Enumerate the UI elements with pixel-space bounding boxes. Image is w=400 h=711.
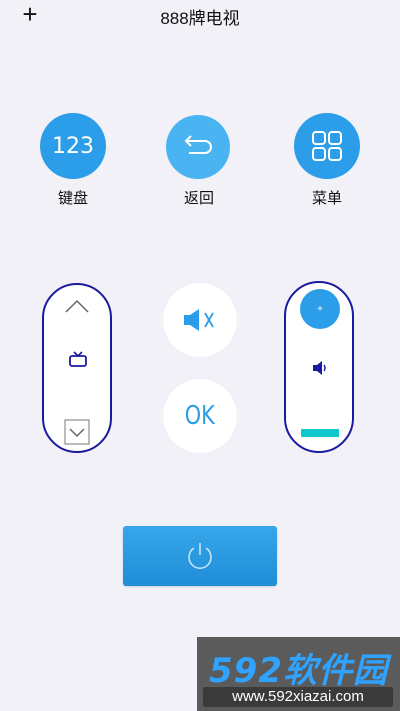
watermark: 592软件园 www.592xiazai.com bbox=[197, 637, 400, 711]
channel-control bbox=[42, 283, 112, 453]
power-icon bbox=[188, 543, 212, 569]
keyboard-label: 键盘 bbox=[57, 190, 88, 207]
keyboard-button[interactable]: 123 bbox=[40, 113, 106, 179]
number-keypad-icon: 123 bbox=[52, 133, 94, 159]
power-button[interactable] bbox=[123, 526, 277, 586]
ok-button[interactable]: OK bbox=[163, 379, 237, 453]
volume-down-button[interactable] bbox=[301, 429, 339, 437]
menu-grid-icon bbox=[312, 131, 342, 161]
back-button[interactable] bbox=[166, 115, 230, 179]
channel-up-button[interactable] bbox=[64, 297, 90, 317]
mute-button[interactable] bbox=[163, 283, 237, 357]
tv-icon bbox=[69, 351, 87, 372]
channel-down-button[interactable] bbox=[64, 419, 90, 445]
plus-icon: + bbox=[317, 303, 323, 315]
ok-label: OK bbox=[184, 401, 215, 431]
chevron-up-icon bbox=[65, 299, 89, 313]
back-label: 返回 bbox=[183, 190, 214, 207]
menu-button[interactable] bbox=[294, 113, 360, 179]
volume-up-button[interactable]: + bbox=[300, 289, 340, 329]
speaker-icon bbox=[312, 360, 330, 381]
mute-speaker-icon bbox=[184, 309, 214, 331]
volume-control: + bbox=[284, 281, 354, 453]
page-title: 888牌电视 bbox=[160, 9, 240, 28]
watermark-url: www.592xiazai.com bbox=[203, 687, 393, 707]
watermark-brand: 592软件园 bbox=[209, 651, 388, 691]
back-arrow-icon bbox=[184, 135, 212, 154]
chevron-down-icon bbox=[64, 419, 90, 445]
menu-label: 菜单 bbox=[311, 190, 342, 207]
